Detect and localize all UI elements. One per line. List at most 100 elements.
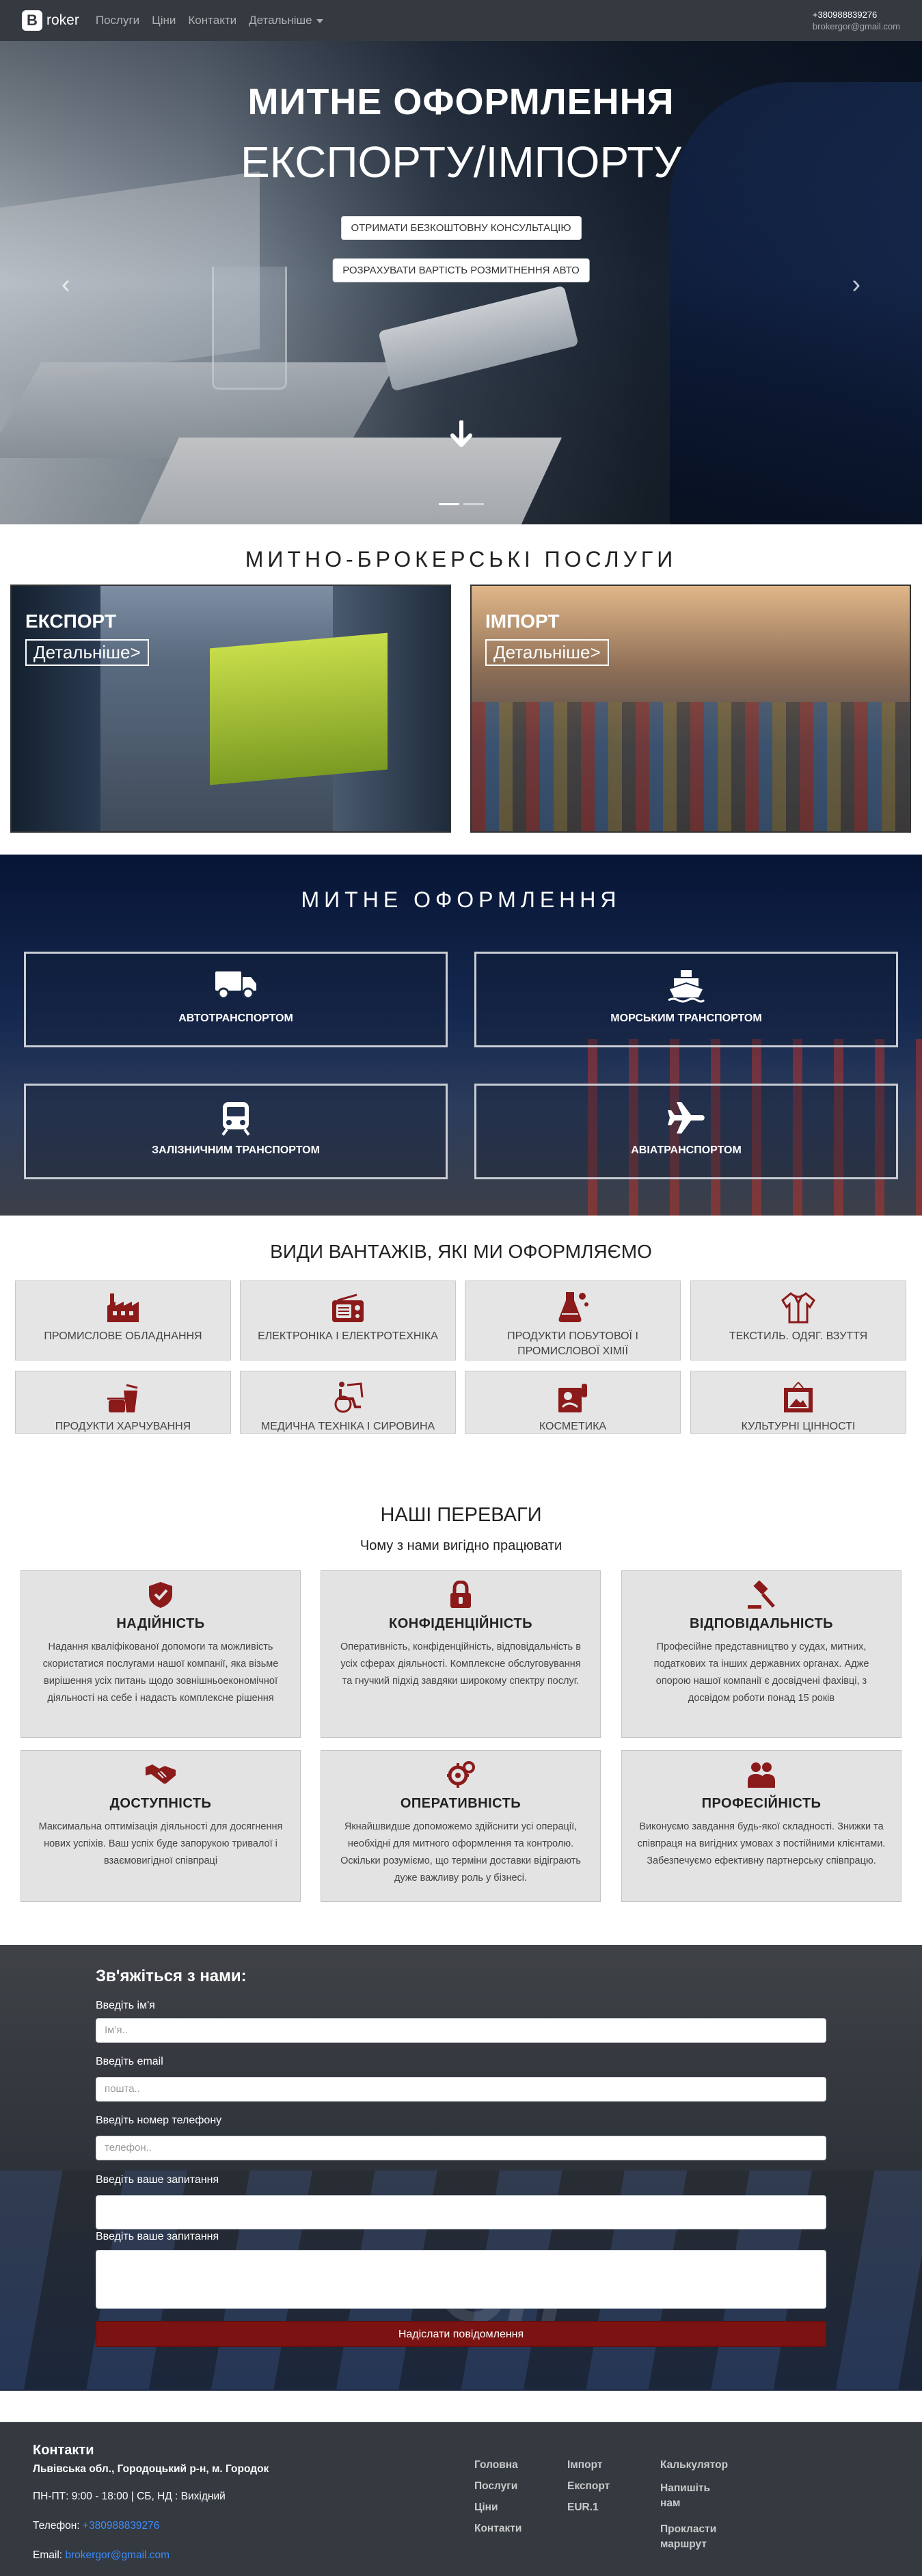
ship-icon [476,969,896,1003]
contact-title: Зв'яжіться з нами: [96,1967,247,1985]
brand-logo[interactable]: B roker [22,10,79,31]
hero-subtitle: ЕКСПОРТУ/ІМПОРТУ [240,137,682,187]
advantages-subtitle: Чому з нами вигідно працювати [360,1538,562,1553]
footer-link-route[interactable]: Прокласти маршрут [660,2522,729,2552]
shirt-icon [691,1288,906,1324]
factory-icon [16,1288,230,1324]
transport-road-label: АВТОТРАНСПОРТОМ [178,1012,293,1024]
nav-phone[interactable]: +380988839276 [813,9,900,21]
transport-rail-card[interactable]: ЗАЛІЗНИЧНИМ ТРАНСПОРТОМ [24,1084,448,1179]
cargo-label: МЕДИЧНА ТЕХНІКА І СИРОВИНА [260,1421,435,1432]
nav-item-contacts[interactable]: Контакти [188,14,236,27]
calculate-customs-button[interactable]: РОЗРАХУВАТИ ВАРТІСТЬ РОЗМИТНЕННЯ АВТО [332,258,590,282]
arrow-down-icon[interactable] [0,420,922,455]
footer-link-import[interactable]: Імпорт [567,2460,610,2471]
footer-hours: ПН-ПТ: 9:00 - 18:00 | СБ, НД : Вихідний [33,2491,226,2502]
cargo-label: ТЕКСТИЛЬ. ОДЯГ. ВЗУТТЯ [729,1330,868,1342]
footer-link-calculator[interactable]: Калькулятор [660,2460,729,2471]
advantage-card-professionalism: ПРОФЕСІЙНІСТЬ Виконуємо завдання будь-як… [621,1750,901,1902]
advantage-title: ВІДПОВІДАЛЬНІСТЬ [689,1616,834,1631]
name-input[interactable]: Ім'я.. [96,2018,826,2043]
carousel-indicator-2[interactable] [463,503,484,505]
import-card[interactable]: ІМПОРТ Детальніше> [470,585,911,833]
hero-title: МИТНЕ ОФОРМЛЕННЯ [247,81,675,122]
cargo-card-cosmetics[interactable]: КОСМЕТИКА [465,1371,681,1434]
brand-name: roker [46,12,79,28]
cargo-label: КУЛЬТУРНІ ЦІННОСТІ [741,1421,856,1432]
advantage-card-reliability: НАДІЙНІСТЬ Надання кваліфікованої допомо… [21,1570,301,1738]
cargo-label: КОСМЕТИКА [539,1421,607,1432]
cargo-card-culture[interactable]: КУЛЬТУРНІ ЦІННОСТІ [690,1371,906,1434]
footer-email-link[interactable]: brokergor@gmail.com [65,2549,170,2561]
brand-logo-mark: B [22,10,42,31]
footer-phone-link[interactable]: +380988839276 [83,2520,160,2532]
export-label: ЕКСПОРТ [25,611,116,632]
phone-label: Введіть номер телефону [96,2115,222,2126]
footer-address: Львівська обл., Городоцький р-н, м. Горо… [33,2463,269,2475]
footer-nav-col-2: Імпорт Експорт EUR.1 [567,2460,610,2513]
nav-menu: Послуги Ціни Контакти Детальніше [96,14,323,27]
footer-link-services[interactable]: Послуги [474,2481,521,2492]
navbar: B roker Послуги Ціни Контакти Детальніше… [0,0,922,41]
import-more-button[interactable]: Детальніше> [485,639,609,666]
submit-button[interactable]: Надіслати повідомлення [96,2321,826,2347]
cargo-card-chemistry[interactable]: ПРОДУКТИ ПОБУТОВОЇ І ПРОМИСЛОВОЇ ХІМІЇ [465,1280,681,1360]
nav-item-more-label: Детальніше [249,14,312,27]
export-card[interactable]: ЕКСПОРТ Детальніше> [10,585,451,833]
name-label: Введіть ім'я [96,2000,155,2011]
footer-link-eur1[interactable]: EUR.1 [567,2502,610,2513]
contact-form-section: Ch Зв'яжіться з нами: Введіть ім'я Ім'я.… [0,1945,922,2391]
nav-item-prices[interactable]: Ціни [152,14,176,27]
food-icon [16,1378,230,1414]
transport-sea-label: МОРСЬКИМ ТРАНСПОРТОМ [610,1012,762,1024]
chevron-right-icon[interactable]: › [852,270,860,299]
cargo-title: ВИДИ ВАНТАЖІВ, ЯКІ МИ ОФОРМЛЯЄМО [270,1241,652,1262]
question-label: Введіть ваше запитання [96,2174,219,2186]
footer-link-export[interactable]: Експорт [567,2481,610,2492]
footer-title: Контакти [33,2443,94,2458]
question-input[interactable] [96,2195,826,2229]
cargo-card-textile[interactable]: ТЕКСТИЛЬ. ОДЯГ. ВЗУТТЯ [690,1280,906,1360]
advantage-card-confidentiality: КОНФІДЕНЦІЙНІСТЬ Оперативність, конфіден… [321,1570,601,1738]
question-textarea[interactable] [96,2250,826,2309]
cargo-card-electronics[interactable]: ЕЛЕКТРОНІКА І ЕЛЕКТРОТЕХНІКА [240,1280,456,1360]
handshake-icon [21,1760,300,1790]
phone-input[interactable]: телефон.. [96,2136,826,2160]
shield-icon [21,1581,300,1611]
nav-item-services[interactable]: Послуги [96,14,139,27]
advantage-text: Професійне представництво у судах, митни… [653,1641,869,1704]
radio-icon [241,1288,455,1324]
nav-email[interactable]: brokergor@gmail.com [813,21,900,32]
cosmetics-icon [465,1378,680,1414]
advantage-card-accessibility: ДОСТУПНІСТЬ Максимальна оптимізація діял… [21,1750,301,1902]
footer-link-write-us[interactable]: Напишіть нам [660,2481,729,2511]
footer-link-prices[interactable]: Ціни [474,2502,521,2513]
email-input[interactable]: пошта.. [96,2077,826,2102]
footer-email-label: Email: [33,2549,63,2561]
train-icon [26,1101,446,1136]
free-consultation-button[interactable]: ОТРИМАТИ БЕЗКОШТОВНУ КОНСУЛЬТАЦІЮ [340,216,582,240]
plane-icon [476,1101,896,1135]
email-label: Введіть email [96,2056,163,2067]
export-more-button[interactable]: Детальніше> [25,639,149,666]
cargo-card-medical[interactable]: МЕДИЧНА ТЕХНІКА І СИРОВИНА [240,1371,456,1434]
footer: Контакти Львівська обл., Городоцький р-н… [0,2422,922,2576]
cargo-card-industrial[interactable]: ПРОМИСЛОВЕ ОБЛАДНАННЯ [15,1280,231,1360]
footer-link-contacts[interactable]: Контакти [474,2523,521,2534]
footer-nav-col-3: Калькулятор Напишіть нам Прокласти маршр… [660,2460,729,2552]
footer-link-home[interactable]: Головна [474,2460,521,2471]
nav-item-more-dropdown[interactable]: Детальніше [249,14,323,27]
transport-road-card[interactable]: АВТОТРАНСПОРТОМ [24,952,448,1047]
advantage-title: ПРОФЕСІЙНІСТЬ [701,1796,822,1811]
transport-sea-card[interactable]: МОРСЬКИМ ТРАНСПОРТОМ [474,952,898,1047]
transport-air-card[interactable]: АВІАТРАНСПОРТОМ [474,1084,898,1179]
carousel-indicator-1[interactable] [438,503,459,505]
flask-icon [465,1288,680,1324]
carousel-indicators [438,503,484,505]
lock-icon [321,1581,600,1611]
services-title: МИТНО-БРОКЕРСЬКІ ПОСЛУГИ [245,547,677,572]
advantage-card-responsibility: ВІДПОВІДАЛЬНІСТЬ Професійне представницт… [621,1570,901,1738]
caret-down-icon [316,18,323,23]
chevron-left-icon[interactable]: ‹ [62,270,70,299]
cargo-card-food[interactable]: ПРОДУКТИ ХАРЧУВАННЯ [15,1371,231,1434]
